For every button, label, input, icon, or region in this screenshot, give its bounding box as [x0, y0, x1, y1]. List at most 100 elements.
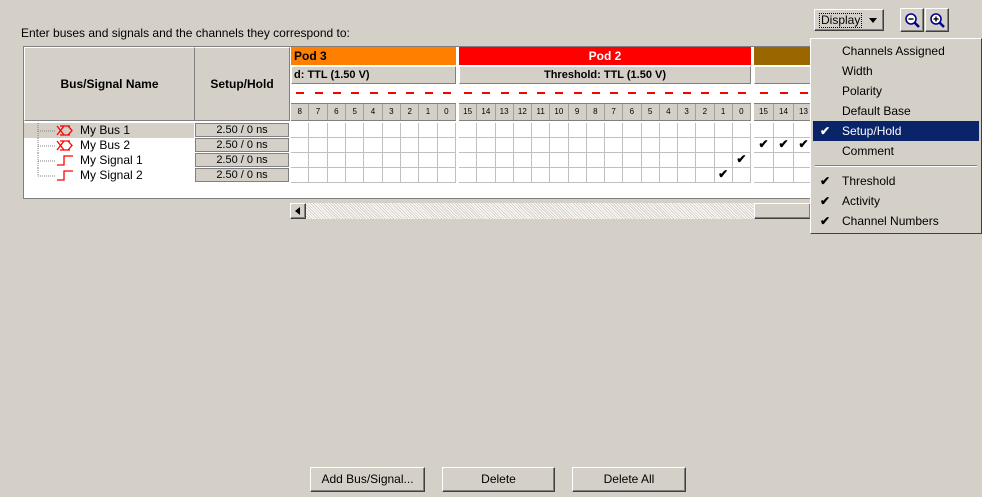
channel-assign-cell[interactable]	[659, 153, 678, 168]
channel-assign-cell[interactable]	[513, 153, 532, 168]
channel-assign-cell[interactable]	[419, 153, 438, 168]
channel-number[interactable]: 7	[309, 104, 328, 120]
pod-header[interactable]	[754, 47, 810, 65]
channel-assign-cell[interactable]	[477, 168, 496, 183]
channel-assign-cell[interactable]: ✔	[774, 138, 794, 153]
channel-number[interactable]: 0	[438, 104, 456, 120]
channel-assign-cell[interactable]	[346, 153, 365, 168]
channel-number[interactable]: 3	[383, 104, 401, 120]
zoom-in-button[interactable]	[925, 8, 949, 32]
channel-assign-cell[interactable]	[401, 153, 420, 168]
channel-assign-cell[interactable]	[513, 138, 532, 153]
channel-assign-cell[interactable]	[550, 168, 569, 183]
bus-signal-name-header[interactable]: Bus/Signal Name	[24, 47, 195, 121]
channel-assign-cell[interactable]	[309, 153, 328, 168]
channel-number[interactable]: 6	[328, 104, 346, 120]
channel-number[interactable]: 13	[496, 104, 514, 120]
channel-assign-cell[interactable]	[696, 138, 715, 153]
channel-assign-cell[interactable]	[641, 138, 660, 153]
channel-assign-cell[interactable]	[419, 168, 438, 183]
channel-assign-cell[interactable]	[732, 138, 751, 153]
channel-assign-cell[interactable]	[623, 138, 642, 153]
channel-number[interactable]: 1	[419, 104, 438, 120]
table-row[interactable]: My Signal 1 2.50 / 0 ns ✔	[24, 153, 810, 168]
channel-assign-cell[interactable]	[568, 153, 587, 168]
add-bus-signal-button[interactable]: Add Bus/Signal...	[310, 467, 425, 492]
channel-number[interactable]: 10	[550, 104, 569, 120]
bus-signal-name-cell[interactable]: My Bus 1	[24, 123, 194, 138]
channel-assign-cell[interactable]	[586, 123, 605, 138]
channel-assign-cell[interactable]	[291, 138, 310, 153]
channel-assign-cell[interactable]	[794, 153, 810, 168]
channel-number[interactable]: 5	[346, 104, 365, 120]
channel-assign-cell[interactable]	[605, 138, 624, 153]
channel-number[interactable]: 6	[623, 104, 642, 120]
channel-number[interactable]: 15	[459, 104, 478, 120]
channel-assign-cell[interactable]	[513, 168, 532, 183]
channel-assign-cell[interactable]	[641, 168, 660, 183]
channel-assign-cell[interactable]	[659, 138, 678, 153]
channel-assign-cell[interactable]	[364, 153, 383, 168]
channel-assign-cell[interactable]	[774, 123, 794, 138]
bus-signal-name-cell[interactable]: My Signal 2	[24, 168, 194, 183]
menu-item-polarity[interactable]: Polarity	[813, 81, 979, 101]
channel-assign-cell[interactable]	[794, 123, 810, 138]
channel-assign-cell[interactable]	[754, 168, 774, 183]
channel-assign-cell[interactable]	[459, 153, 478, 168]
channel-number[interactable]: 14	[477, 104, 496, 120]
channel-assign-cell[interactable]	[291, 153, 310, 168]
channel-assign-cell[interactable]	[774, 153, 794, 168]
channel-assign-cell[interactable]	[586, 138, 605, 153]
channel-assign-cell[interactable]	[419, 138, 438, 153]
channel-assign-cell[interactable]	[437, 168, 456, 183]
channel-number[interactable]: 12	[514, 104, 532, 120]
menu-item-setup-hold[interactable]: ✔ Setup/Hold	[813, 121, 979, 141]
channel-assign-cell[interactable]	[532, 123, 551, 138]
channel-assign-cell[interactable]	[532, 153, 551, 168]
channel-number[interactable]: 0	[733, 104, 751, 120]
channel-assign-cell[interactable]: ✔	[732, 153, 751, 168]
channel-assign-cell[interactable]	[678, 138, 697, 153]
channel-assign-cell[interactable]	[401, 168, 420, 183]
channel-assign-cell[interactable]	[346, 123, 365, 138]
channel-assign-cell[interactable]	[477, 153, 496, 168]
channel-assign-cell[interactable]	[774, 168, 794, 183]
channel-number[interactable]: 2	[401, 104, 420, 120]
display-menu-button[interactable]: Display	[814, 9, 884, 31]
channel-assign-cell[interactable]	[346, 168, 365, 183]
channel-assign-cell[interactable]	[309, 168, 328, 183]
channel-assign-cell[interactable]	[623, 153, 642, 168]
channel-assign-cell[interactable]	[495, 153, 514, 168]
channel-assign-cell[interactable]	[401, 123, 420, 138]
delete-button[interactable]: Delete	[442, 467, 555, 492]
setup-hold-header[interactable]: Setup/Hold	[195, 47, 290, 121]
channel-assign-cell[interactable]	[437, 123, 456, 138]
channel-number[interactable]: 7	[605, 104, 624, 120]
channel-assign-cell[interactable]	[327, 138, 346, 153]
channel-assign-cell[interactable]	[605, 168, 624, 183]
channel-assign-cell[interactable]	[495, 138, 514, 153]
channel-assign-cell[interactable]	[495, 123, 514, 138]
channel-number[interactable]: 4	[660, 104, 678, 120]
threshold-header[interactable]: Threshold: TTL (1.50 V)	[459, 66, 751, 84]
menu-item-channels-assigned[interactable]: Channels Assigned	[813, 41, 979, 61]
channel-assign-cell[interactable]	[382, 168, 401, 183]
menu-item-threshold[interactable]: ✔ Threshold	[813, 171, 979, 191]
table-row[interactable]: My Bus 2 2.50 / 0 ns ✔ ✔ ✔	[24, 138, 810, 153]
channel-assign-cell[interactable]	[327, 123, 346, 138]
channel-assign-cell[interactable]	[794, 168, 810, 183]
channel-assign-cell[interactable]	[532, 138, 551, 153]
setup-hold-cell[interactable]: 2.50 / 0 ns	[195, 123, 289, 137]
channel-number[interactable]: 3	[678, 104, 697, 120]
channel-assign-cell[interactable]	[696, 123, 715, 138]
channel-number[interactable]: 8	[291, 104, 310, 120]
channel-assign-cell[interactable]: ✔	[754, 138, 774, 153]
channel-assign-cell[interactable]	[459, 123, 478, 138]
channel-number[interactable]: 8	[587, 104, 605, 120]
channel-assign-cell[interactable]	[382, 153, 401, 168]
bus-signal-name-cell[interactable]: My Signal 1	[24, 153, 194, 168]
channel-number[interactable]: 15	[754, 104, 774, 120]
channel-assign-cell[interactable]	[605, 153, 624, 168]
channel-assign-cell[interactable]	[678, 153, 697, 168]
channel-assign-cell[interactable]	[568, 138, 587, 153]
